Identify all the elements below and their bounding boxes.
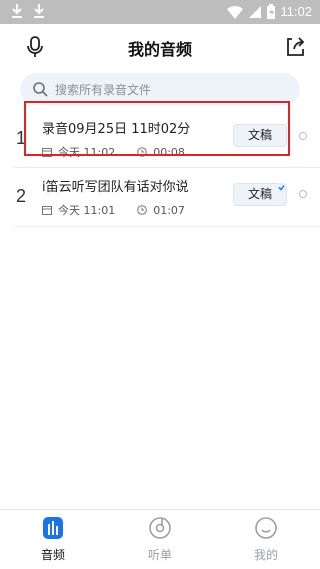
calendar-icon [42, 206, 52, 215]
nav-label: 我的 [253, 548, 278, 562]
recording-name: i笛云听写团队有话对你说 [42, 180, 189, 195]
audio-bars-icon [43, 517, 63, 539]
nav-label: 音频 [40, 548, 65, 562]
nav-item-playlist[interactable]: 听单 [107, 510, 213, 569]
nav-label: 听单 [147, 548, 172, 562]
status-bar: 11:02 [0, 0, 320, 24]
smile-icon [255, 517, 277, 539]
status-time: 11:02 [280, 4, 312, 19]
bottom-nav: 音频 听单 我的 [0, 509, 320, 569]
recording-duration: 01:07 [153, 203, 185, 217]
selection-highlight [24, 101, 290, 156]
nav-item-audio[interactable]: 音频 [0, 510, 106, 569]
search-placeholder: 搜索所有录音文件 [55, 83, 152, 97]
clock-icon [137, 205, 148, 215]
list-item-index: 2 [16, 186, 27, 206]
recording-date: 今天 11:01 [58, 204, 116, 217]
export-icon[interactable] [284, 36, 306, 58]
battery-icon [267, 4, 275, 19]
divider [14, 226, 320, 227]
download-icon [34, 4, 44, 18]
divider [14, 167, 320, 168]
download-icon [12, 4, 22, 18]
select-radio[interactable] [299, 132, 307, 140]
check-icon [277, 183, 286, 192]
header: 我的音频 [0, 24, 320, 70]
wifi-icon [227, 5, 243, 19]
signal-icon [249, 6, 261, 18]
recording-meta: 今天 11:01 01:07 [42, 202, 185, 218]
nav-item-mine[interactable]: 我的 [213, 510, 319, 569]
select-radio[interactable] [299, 190, 307, 198]
disc-icon [149, 517, 171, 539]
page-title: 我的音频 [127, 40, 192, 59]
search-icon [33, 82, 48, 97]
